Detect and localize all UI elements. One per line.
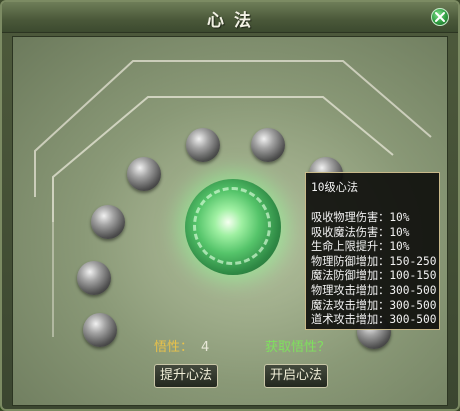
meridian-node-3[interactable]: [91, 205, 125, 239]
tooltip-line: 物理防御增加：150-250: [311, 254, 437, 268]
close-icon: [435, 12, 445, 22]
core-rune-ring: [193, 187, 271, 265]
tooltip-line: 吸收魔法伤害：10%: [311, 225, 410, 239]
meridian-node-1[interactable]: [83, 313, 117, 347]
method-tooltip: 10级心法 吸收物理伤害：10% 吸收魔法伤害：10% 生命上限提升：10% 物…: [305, 172, 440, 330]
meridian-node-2[interactable]: [77, 261, 111, 295]
tooltip-title: 10级心法: [311, 181, 359, 194]
title-bar[interactable]: 心 法: [2, 2, 458, 33]
mental-method-core[interactable]: [185, 179, 281, 275]
tooltip-line: 道术攻击增加：300-500: [311, 313, 437, 327]
tooltip-line: 生命上限提升：10%: [311, 240, 410, 254]
tooltip-line: 魔法防御增加：100-150: [311, 269, 437, 283]
close-button[interactable]: [431, 8, 449, 26]
meridian-node-6[interactable]: [251, 128, 285, 162]
mental-method-window: 心 法 悟性： 4 获取悟性？ 提升心法 开启心法 10级心法 吸收物理伤害：1…: [0, 0, 460, 411]
get-insight-link[interactable]: 获取悟性？: [265, 336, 330, 355]
insight-value: 4: [201, 340, 210, 355]
meridian-node-5[interactable]: [186, 128, 220, 162]
upgrade-method-button[interactable]: 提升心法: [154, 364, 218, 388]
window-title: 心 法: [207, 11, 253, 31]
meridian-node-4[interactable]: [127, 157, 161, 191]
insight-label: 悟性：: [154, 340, 194, 355]
tooltip-line: 吸收物理伤害：10%: [311, 211, 410, 224]
enable-method-button[interactable]: 开启心法: [264, 364, 328, 388]
tooltip-line: 物理攻击增加：300-500: [311, 283, 437, 297]
tooltip-line: 魔法攻击增加：300-500: [311, 298, 437, 312]
insight-stat: 悟性： 4: [154, 336, 209, 355]
